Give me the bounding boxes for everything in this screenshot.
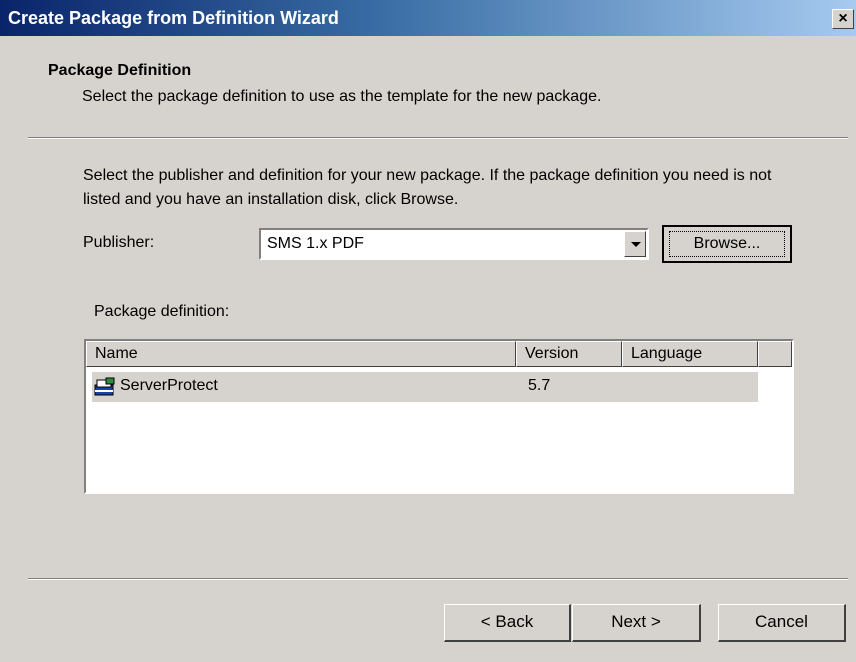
publisher-label: Publisher: [83, 234, 155, 251]
page-title: Package Definition [48, 62, 192, 79]
instructions-text: Select the publisher and definition for … [83, 167, 772, 208]
back-button-label: < Back [480, 612, 534, 631]
header-divider [28, 137, 848, 139]
column-header-name[interactable]: Name [86, 341, 516, 367]
footer-divider [28, 578, 848, 580]
cancel-button-label: Cancel [755, 612, 808, 631]
table-row[interactable]: ServerProtect 5.7 [92, 372, 758, 402]
list-header: Name Version Language [86, 341, 792, 367]
browse-button[interactable]: Browse... [662, 225, 792, 263]
package-version-cell: 5.7 [528, 377, 551, 394]
wizard-window: Create Package from Definition Wizard × … [0, 0, 856, 662]
close-icon: × [838, 10, 848, 27]
cancel-button[interactable]: Cancel [718, 604, 846, 642]
title-bar[interactable]: Create Package from Definition Wizard × [0, 0, 856, 36]
close-button[interactable]: × [832, 9, 854, 29]
column-header-filler [758, 341, 792, 367]
next-button[interactable]: Next > [572, 604, 701, 642]
browse-button-label: Browse... [693, 235, 761, 252]
column-header-version[interactable]: Version [516, 341, 622, 367]
page-description: Select the package definition to use as … [82, 88, 602, 105]
package-definition-label: Package definition: [94, 303, 230, 320]
next-button-label: Next > [611, 612, 661, 631]
package-definition-list[interactable]: Name Version Language ServerProtect 5.7 [84, 339, 794, 494]
window-title: Create Package from Definition Wizard [8, 8, 339, 28]
publisher-selected-value: SMS 1.x PDF [267, 235, 364, 252]
package-icon [94, 377, 116, 397]
publisher-select[interactable]: SMS 1.x PDF [259, 228, 649, 260]
chevron-down-icon[interactable] [624, 231, 646, 257]
back-button[interactable]: < Back [444, 604, 571, 642]
column-header-language[interactable]: Language [622, 341, 758, 367]
package-name-cell: ServerProtect [120, 377, 218, 394]
